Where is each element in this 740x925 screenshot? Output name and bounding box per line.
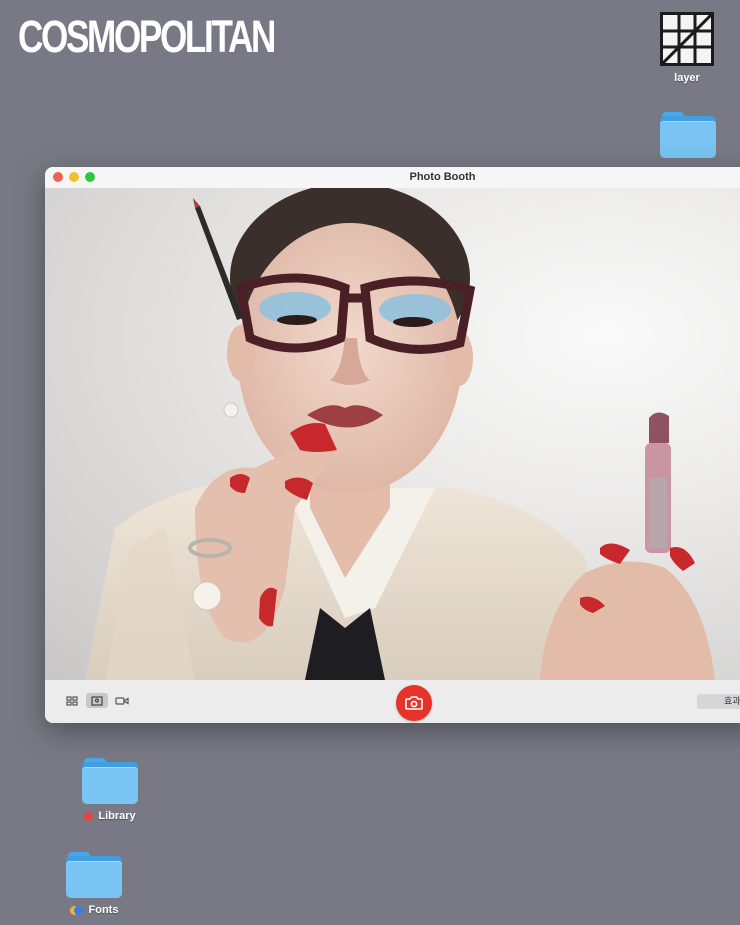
effects-button[interactable]: 효과 [697, 694, 740, 709]
folder-label: Fonts [88, 904, 119, 916]
folder-label: Library [98, 810, 136, 822]
masthead-logo: COSMOPOLITAN [18, 11, 276, 62]
video-camera-icon[interactable] [111, 693, 133, 708]
desktop-icon-layer[interactable]: layer [660, 12, 714, 84]
single-photo-icon[interactable] [86, 693, 108, 708]
photo-preview [45, 188, 740, 680]
folder-icon [66, 852, 122, 898]
photo-booth-toolbar: 효과 [45, 680, 740, 723]
folder-icon [660, 112, 716, 158]
desktop-icon-label: layer [674, 72, 700, 84]
window-titlebar[interactable]: Photo Booth [45, 167, 740, 189]
grid-app-icon [660, 12, 714, 66]
mode-selector [61, 693, 133, 708]
photo-booth-window: Photo Booth 효과 [45, 167, 740, 723]
desktop-folder-library[interactable]: Library [82, 758, 138, 822]
multi-tag-icon [69, 905, 84, 915]
desktop-folder[interactable] [660, 112, 716, 158]
desktop-folder-fonts[interactable]: Fonts [66, 852, 122, 916]
folder-icon [82, 758, 138, 804]
window-title: Photo Booth [409, 171, 476, 183]
red-tag-icon [84, 811, 94, 821]
camera-icon [405, 696, 423, 710]
shutter-button[interactable] [396, 685, 432, 721]
grid-4-icon[interactable] [61, 693, 83, 708]
